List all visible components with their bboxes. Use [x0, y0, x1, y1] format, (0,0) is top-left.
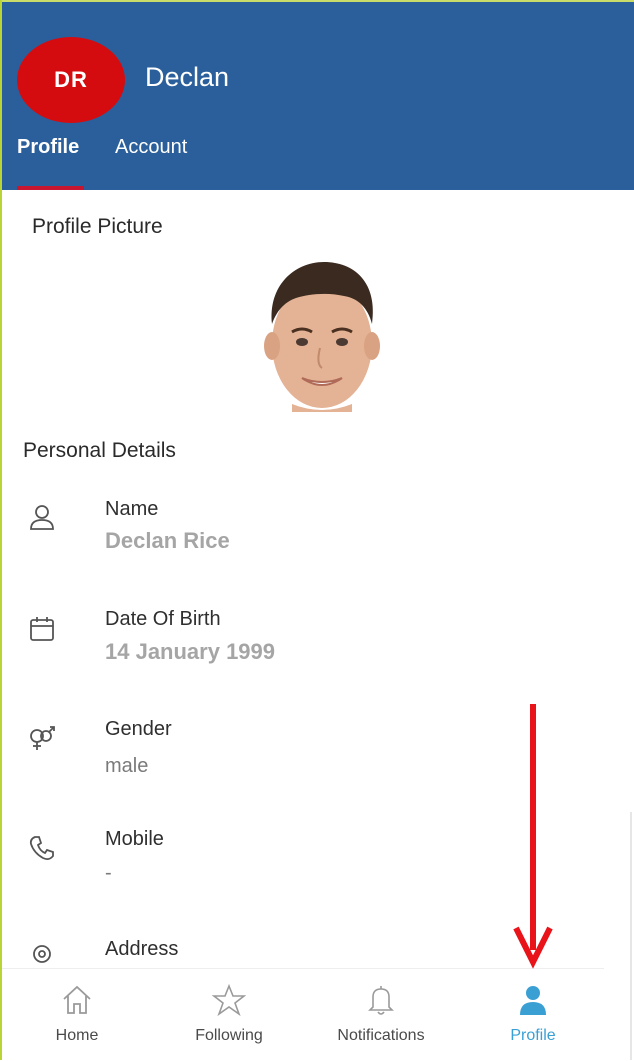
field-label-name: Name [105, 498, 159, 520]
gender-icon [30, 726, 55, 750]
star-icon [212, 983, 246, 1017]
person-icon [520, 986, 546, 1015]
field-value-name: Declan Rice [105, 528, 230, 553]
nav-profile[interactable]: Profile [458, 969, 608, 1061]
field-value-gender: male [105, 755, 149, 777]
avatar[interactable]: DR [17, 37, 125, 123]
nav-following[interactable]: Following [154, 969, 304, 1061]
profile-photo[interactable] [258, 258, 386, 412]
nav-label-profile: Profile [510, 1027, 556, 1044]
bell-icon [368, 986, 394, 1015]
annotation-arrow-icon [513, 704, 553, 969]
nav-home[interactable]: Home [2, 969, 152, 1061]
tab-profile[interactable]: Profile [17, 136, 79, 159]
field-value-mobile: - [105, 862, 112, 884]
user-icon [30, 505, 54, 530]
home-icon [63, 985, 91, 1014]
bottom-navigation: Home Following Notifications Profile [2, 968, 604, 1061]
active-tab-indicator [17, 186, 84, 190]
profile-header: DR Declan Profile Account [2, 2, 634, 190]
nav-label-notifications: Notifications [337, 1027, 425, 1044]
tab-account[interactable]: Account [115, 136, 187, 159]
field-label-address: Address [105, 938, 179, 960]
field-label-gender: Gender [105, 718, 172, 740]
personal-details-title: Personal Details [23, 439, 176, 462]
phone-icon [29, 836, 54, 861]
field-label-mobile: Mobile [105, 828, 164, 850]
nav-label-following: Following [195, 1027, 263, 1044]
username: Declan [145, 62, 230, 92]
calendar-icon [30, 617, 54, 641]
nav-label-home: Home [55, 1027, 99, 1044]
profile-picture-title: Profile Picture [32, 215, 163, 238]
field-label-dob: Date Of Birth [105, 608, 221, 630]
field-value-dob: 14 January 1999 [105, 639, 276, 664]
scroll-edge [630, 812, 632, 1060]
nav-notifications[interactable]: Notifications [306, 969, 456, 1061]
